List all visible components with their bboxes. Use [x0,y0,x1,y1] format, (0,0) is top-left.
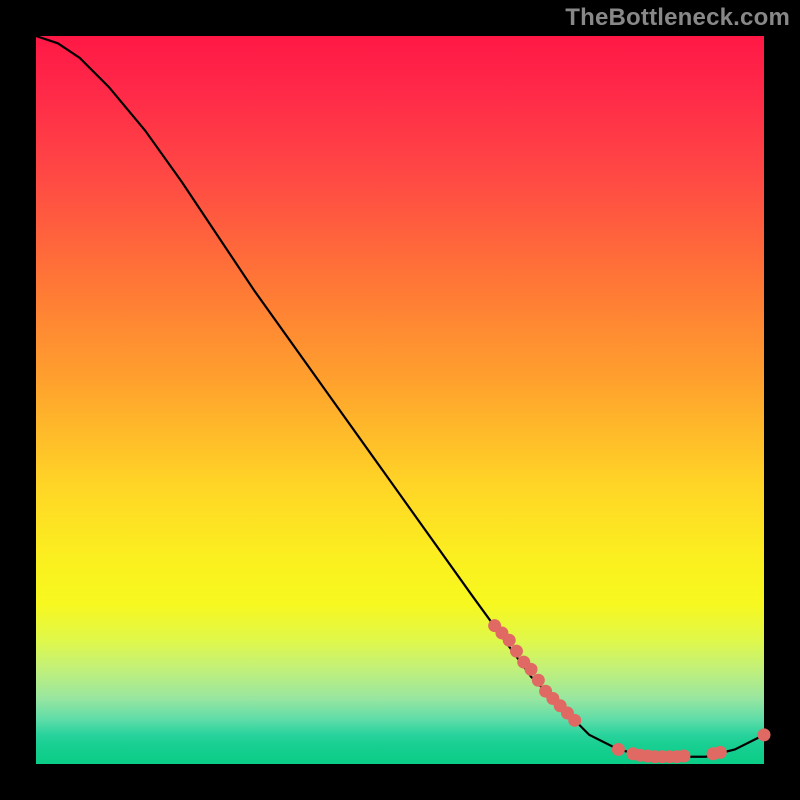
chart-overlay [36,36,764,764]
highlight-dots [488,619,770,763]
highlight-dot [568,714,581,727]
plot-area [36,36,764,764]
highlight-dot [714,746,727,759]
highlight-dot [612,743,625,756]
highlight-dot [503,634,516,647]
data-curve [36,36,764,757]
highlight-dot [532,674,545,687]
highlight-dot [758,728,771,741]
highlight-dot [510,645,523,658]
highlight-dot [525,663,538,676]
chart-stage: TheBottleneck.com [0,0,800,800]
highlight-dot [677,749,690,762]
watermark-text: TheBottleneck.com [565,4,790,32]
